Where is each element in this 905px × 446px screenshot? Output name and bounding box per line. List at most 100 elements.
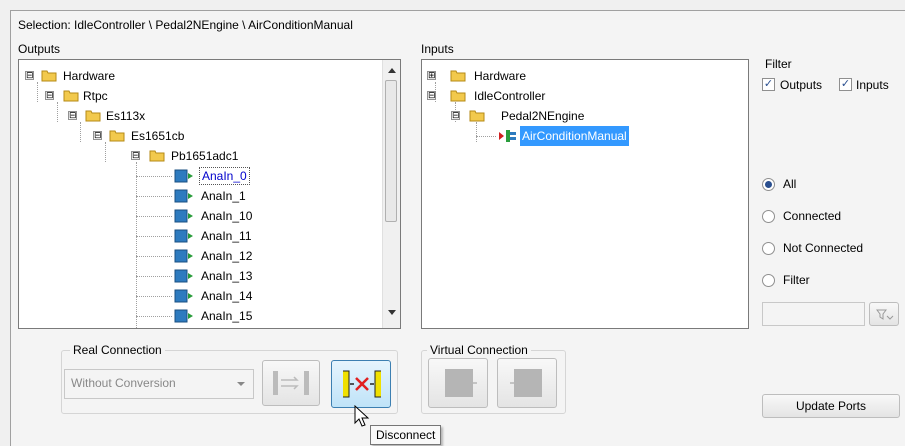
outputs-checkbox-label: Outputs [780,78,823,92]
expand-icon[interactable]: ⊞ [427,71,436,80]
filter-text-input[interactable] [762,302,865,326]
connect-icon [273,371,309,395]
inputs-tree[interactable]: ⊞ Hardware ⊟ IdleController ⊟ Pedal2NEng… [421,59,749,329]
tree-node-label: AnaIn_0 [199,167,250,185]
folder-icon [63,90,79,102]
tree-node-label: Pb1651adc1 [171,149,239,163]
radio-all[interactable] [762,178,775,191]
tree-node-label: IdleController [474,89,546,103]
tree-node-rtpc[interactable]: ⊟ Rtpc [19,86,374,106]
folder-icon [149,150,165,162]
virtual-disconnect-icon [510,369,542,397]
output-port-icon [174,209,193,223]
tree-node-label: Rtpc [83,89,108,103]
update-ports-button[interactable]: Update Ports [762,394,900,418]
conversion-dropdown[interactable]: Without Conversion [64,369,254,399]
tree-node-es113x[interactable]: ⊟ Es113x [19,106,374,126]
output-port-icon [174,269,193,283]
tree-node-port[interactable]: AnaIn_14 [19,286,374,306]
virtual-connection-title: Virtual Connection [427,343,531,357]
radio-connected-label: Connected [783,209,842,223]
tree-node-label: AnaIn_14 [201,289,253,303]
tree-node-label: AnaIn_1 [201,189,246,203]
tree-node-label: Es113x [106,109,146,123]
outputs-tree[interactable]: ⊟ Hardware ⊟ Rtpc ⊟ Es113x ⊟ Es1651cb ⊟ … [18,59,401,329]
radio-filter-label: Filter [783,273,810,287]
virtual-connect-icon [445,369,477,397]
tree-node-label: AnaIn_15 [201,309,253,323]
folder-icon [450,90,466,102]
inputs-checkbox-label: Inputs [856,78,889,92]
real-connection-title: Real Connection [70,343,165,357]
disconnect-icon [343,370,381,398]
radio-not-connected-label: Not Connected [783,241,864,255]
filter-apply-button[interactable] [869,302,899,326]
outputs-checkbox[interactable]: ✓ [762,78,775,91]
collapse-icon[interactable]: ⊟ [93,131,102,140]
folder-icon [109,130,125,142]
tree-node-airconditionmanual[interactable]: AirConditionManual [422,126,742,146]
tree-node-port[interactable]: AnaIn_10 [19,206,374,226]
tree-node-port[interactable]: AnaIn_0 [19,166,374,186]
tree-node-es1651cb[interactable]: ⊟ Es1651cb [19,126,374,146]
inputs-checkbox[interactable]: ✓ [839,78,852,91]
tree-node-label: AnaIn_11 [201,229,252,243]
tree-node-port[interactable]: AnaIn_12 [19,246,374,266]
tree-node-label: Pedal2NEngine [501,109,585,123]
inputs-label: Inputs [421,42,454,56]
output-port-icon [174,309,193,323]
scroll-thumb[interactable] [385,80,397,222]
mouse-cursor-icon [354,405,370,427]
scroll-down-arrow-icon[interactable] [388,310,396,315]
collapse-icon[interactable]: ⊟ [25,71,34,80]
collapse-icon[interactable]: ⊟ [131,151,140,160]
outputs-label: Outputs [18,42,61,56]
radio-not-connected[interactable] [762,242,775,255]
filter-icon [876,309,894,320]
radio-filter[interactable] [762,274,775,287]
filter-title: Filter [765,57,792,71]
tree-node-port[interactable]: AnaIn_11 [19,226,374,246]
collapse-icon[interactable]: ⊟ [451,111,460,120]
output-port-icon [174,249,193,263]
output-port-icon [174,289,193,303]
tree-node-label: AirConditionManual [520,126,629,146]
tree-node-label: AnaIn_10 [201,209,253,223]
radio-all-label: All [783,177,797,191]
output-port-icon [174,189,193,203]
selection-path: Selection: IdleController \ Pedal2NEngin… [18,18,353,32]
virtual-disconnect-button[interactable] [497,358,557,408]
tree-node-pb1651adc1[interactable]: ⊟ Pb1651adc1 [19,146,374,166]
tree-node-idlecontroller[interactable]: ⊟ IdleController [422,86,742,106]
connect-button[interactable] [262,360,320,406]
tree-node-hardware[interactable]: ⊞ Hardware [422,66,742,86]
outputs-scrollbar[interactable] [382,60,400,328]
tree-node-label: Es1651cb [131,129,185,143]
tree-node-label: Hardware [63,69,116,83]
tree-node-pedal2nengine[interactable]: ⊟ Pedal2NEngine [422,106,742,126]
tree-node-port[interactable]: AnaIn_15 [19,306,374,326]
folder-icon [41,70,57,82]
virtual-connect-button[interactable] [428,358,488,408]
scroll-up-arrow-icon[interactable] [388,68,396,73]
folder-icon [450,70,466,82]
collapse-icon[interactable]: ⊟ [45,91,54,100]
tree-node-port[interactable]: AnaIn_13 [19,266,374,286]
tree-node-label: AnaIn_13 [201,269,253,283]
output-port-icon [174,229,193,243]
disconnect-tooltip: Disconnect [370,425,442,445]
tree-node-label: AnaIn_12 [201,249,253,263]
tree-node-hardware[interactable]: ⊟ Hardware [19,66,374,86]
folder-icon [469,110,485,122]
conversion-dropdown-value: Without Conversion [71,376,176,390]
output-port-icon [174,169,193,183]
radio-connected[interactable] [762,210,775,223]
tree-node-port[interactable]: AnaIn_1 [19,186,374,206]
chevron-down-icon [237,382,245,386]
collapse-icon[interactable]: ⊟ [427,91,436,100]
tree-node-label: Hardware [474,69,527,83]
folder-icon [85,110,101,122]
input-port-icon [499,130,516,142]
disconnect-button[interactable] [331,360,391,408]
collapse-icon[interactable]: ⊟ [68,111,77,120]
